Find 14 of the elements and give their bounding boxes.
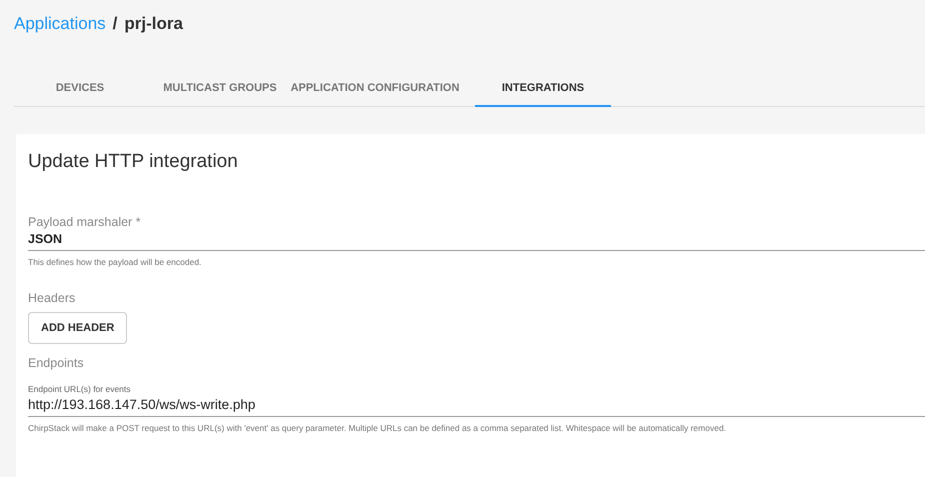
select-field[interactable]: Payload marshaler * JSON xyxy=(28,215,925,251)
page-title: prj-lora xyxy=(124,14,183,34)
input-field[interactable]: Endpoint URL(s) for events http://193.168.147.50/ws/ws-write.php xyxy=(28,384,925,417)
add-header-button[interactable]: ADD HEADER xyxy=(28,312,128,344)
helper-text: This defines how the payload will be encoded. xyxy=(28,257,202,267)
section-label: Headers xyxy=(28,291,76,305)
tab[interactable]: INTEGRATIONS xyxy=(475,72,611,107)
tab[interactable]: APPLICATION CONFIGURATION xyxy=(286,72,464,107)
form-title: Update HTTP integration xyxy=(28,151,239,173)
helper-text: ChirpStack will make a POST request to this URL(s) with 'event' as query parameter. Multiple URLs can be defined as a comma separated list. Whitespace will be automatically removed. xyxy=(28,423,728,433)
tab[interactable]: DEVICES xyxy=(14,72,146,107)
breadcrumb-separator: / xyxy=(112,14,118,34)
tab[interactable]: MULTICAST GROUPS xyxy=(160,72,280,107)
section-label: Endpoints xyxy=(28,356,85,370)
